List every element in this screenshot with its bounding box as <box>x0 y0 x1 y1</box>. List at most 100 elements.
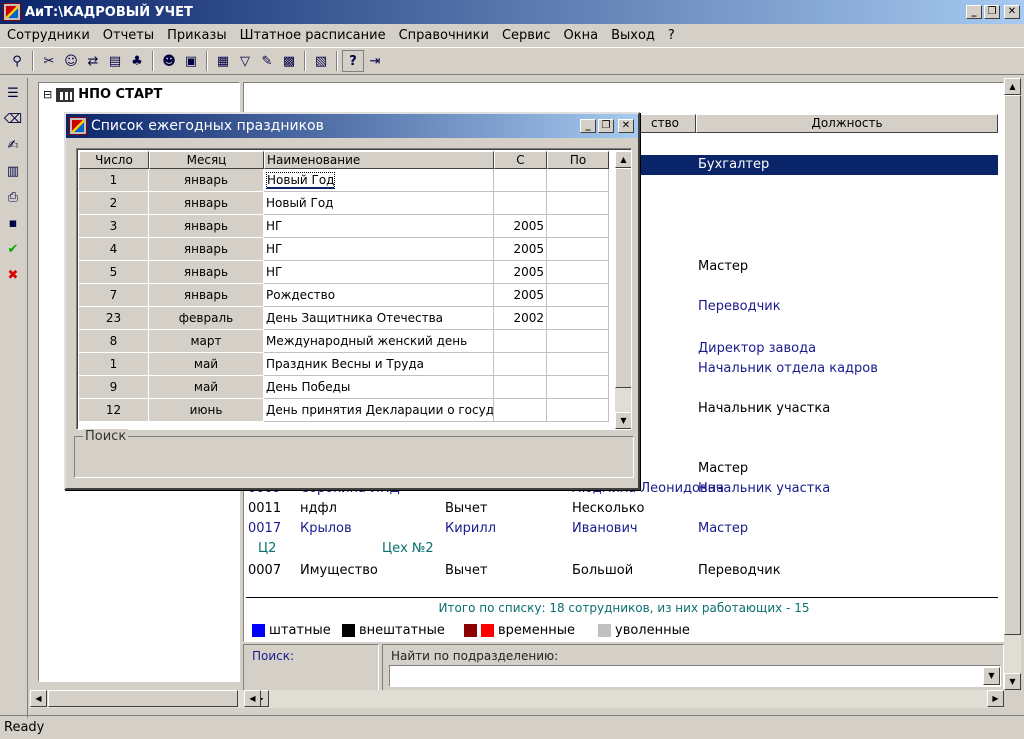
hscroll-thumb[interactable] <box>48 690 238 707</box>
tree-collapse-icon[interactable]: ⊟ <box>43 88 52 101</box>
grid-cell-name[interactable]: НГ <box>264 261 494 284</box>
grid-cell-from[interactable]: 2005 <box>494 215 547 238</box>
grid-cell-from[interactable]: 2005 <box>494 261 547 284</box>
scroll-up-icon[interactable]: ▲ <box>1004 78 1021 95</box>
menu-item-4[interactable]: Справочники <box>392 28 495 43</box>
people-icon[interactable]: ☻ <box>158 50 180 72</box>
grid-cell-name[interactable]: День принятия Декларации о госуд <box>264 399 494 422</box>
grid-cell-name[interactable]: Рождество <box>264 284 494 307</box>
grid-cell-day[interactable]: 7 <box>79 284 149 307</box>
grid-cell-name[interactable]: Новый Год <box>264 192 494 215</box>
table-row[interactable]: 0011 ндфл Вычет Несколько <box>248 499 998 519</box>
grid-cell-from[interactable] <box>494 169 547 192</box>
grid-cell-day[interactable]: 3 <box>79 215 149 238</box>
scroll-right-icon[interactable]: ▶ <box>987 690 1004 707</box>
main-horizontal-scrollbar[interactable]: ◀ ▶ ◀ ▶ <box>30 690 1004 708</box>
grid-cell-month[interactable]: март <box>149 330 264 353</box>
eraser-icon[interactable]: ⌫ <box>2 108 24 130</box>
grid-cell-month[interactable]: май <box>149 353 264 376</box>
column-header-patronymic[interactable]: ство <box>634 114 696 133</box>
save-icon[interactable]: ▩ <box>278 50 300 72</box>
grid-cell-month[interactable]: май <box>149 376 264 399</box>
grid-cell-to[interactable] <box>547 169 609 192</box>
grid-cell-from[interactable]: 2005 <box>494 284 547 307</box>
tree-root-label[interactable]: НПО СТАРТ <box>78 87 162 102</box>
menu-item-2[interactable]: Приказы <box>160 28 232 43</box>
dialog-minimize-button[interactable]: _ <box>580 119 596 133</box>
menu-item-5[interactable]: Сервис <box>495 28 557 43</box>
close-button[interactable]: ✕ <box>1004 5 1020 19</box>
grid-column-header-1[interactable]: Месяц <box>149 151 264 169</box>
disk-save-icon[interactable]: ▪ <box>2 212 24 234</box>
grid-cell-day[interactable]: 1 <box>79 169 149 192</box>
grid-cell-from[interactable] <box>494 376 547 399</box>
grid-cell-day[interactable]: 8 <box>79 330 149 353</box>
employee-search-icon[interactable]: ⚲ <box>6 50 28 72</box>
table-row[interactable]: 0007 Имущество Вычет Большой Переводчик <box>248 561 998 581</box>
grid-cell-from[interactable] <box>494 353 547 376</box>
restore-button[interactable]: ❐ <box>984 5 1000 19</box>
grid-cell-to[interactable] <box>547 330 609 353</box>
dialog-title-bar[interactable]: Список ежегодных праздников _ ❐ ✕ <box>66 114 638 138</box>
grid-cell-from[interactable] <box>494 192 547 215</box>
tree-view-icon[interactable]: ☰ <box>2 82 24 104</box>
document-icon[interactable]: ▤ <box>104 50 126 72</box>
grid-cell-to[interactable] <box>547 399 609 422</box>
grid-cell-from[interactable] <box>494 399 547 422</box>
grid-cell-day[interactable]: 4 <box>79 238 149 261</box>
edit-icon[interactable]: ✎ <box>256 50 278 72</box>
table-row[interactable]: Бухгалтер <box>628 155 998 175</box>
checkmark-icon[interactable]: ✔ <box>2 238 24 260</box>
grid-cell-day[interactable]: 12 <box>79 399 149 422</box>
grid-cell-month[interactable]: январь <box>149 215 264 238</box>
main-vertical-scrollbar[interactable]: ▲ ▼ <box>1004 78 1021 690</box>
grid-cell-month[interactable]: февраль <box>149 307 264 330</box>
grid-cell-from[interactable]: 2005 <box>494 238 547 261</box>
table-row[interactable]: Ц2 Цех №2 <box>248 539 998 559</box>
tree-icon[interactable]: ♣ <box>126 50 148 72</box>
grid-cell-day[interactable]: 1 <box>79 353 149 376</box>
grid-cell-month[interactable]: январь <box>149 238 264 261</box>
menu-item-3[interactable]: Штатное расписание <box>233 28 392 43</box>
menu-item-8[interactable]: ? <box>661 28 681 43</box>
dialog-close-button[interactable]: ✕ <box>618 119 634 133</box>
menu-item-1[interactable]: Отчеты <box>96 28 160 43</box>
card-icon[interactable]: ▥ <box>2 160 24 182</box>
grid-cell-to[interactable] <box>547 192 609 215</box>
grid-cell-from[interactable] <box>494 330 547 353</box>
grid-icon[interactable]: ▧ <box>310 50 332 72</box>
grid-scroll-thumb[interactable] <box>615 168 631 388</box>
scroll-left-icon-right-pane[interactable]: ◀ <box>244 690 261 707</box>
print-preview-icon[interactable]: ▣ <box>180 50 202 72</box>
transfer-icon[interactable]: ⇄ <box>82 50 104 72</box>
grid-scroll-up-icon[interactable]: ▲ <box>615 151 631 168</box>
grid-column-header-3[interactable]: С <box>494 151 547 169</box>
grid-cell-name[interactable]: Международный женский день <box>264 330 494 353</box>
grid-cell-name[interactable]: День Защитника Отечества <box>264 307 494 330</box>
grid-cell-to[interactable] <box>547 284 609 307</box>
dialog-maximize-button[interactable]: ❐ <box>598 119 614 133</box>
grid-cell-day[interactable]: 5 <box>79 261 149 284</box>
document-edit-icon[interactable]: ✍ <box>2 134 24 156</box>
printer-icon[interactable]: ⎙ <box>2 186 24 208</box>
scroll-down-icon[interactable]: ▼ <box>1004 673 1021 690</box>
filter-icon[interactable]: ▽ <box>234 50 256 72</box>
grid-column-header-4[interactable]: По <box>547 151 609 169</box>
grid-cell-to[interactable] <box>547 215 609 238</box>
grid-cell-to[interactable] <box>547 238 609 261</box>
dialog-search-group[interactable]: Поиск <box>74 429 634 478</box>
grid-cell-month[interactable]: январь <box>149 261 264 284</box>
grid-cell-from[interactable]: 2002 <box>494 307 547 330</box>
minimize-button[interactable]: _ <box>966 5 982 19</box>
help-icon[interactable]: ? <box>342 50 364 72</box>
grid-cell-month[interactable]: январь <box>149 192 264 215</box>
grid-cell-name[interactable]: Новый Год <box>264 169 494 192</box>
grid-cell-to[interactable] <box>547 261 609 284</box>
menu-item-6[interactable]: Окна <box>557 28 605 43</box>
grid-cell-name[interactable]: Праздник Весны и Труда <box>264 353 494 376</box>
cancel-x-icon[interactable]: ✖ <box>2 264 24 286</box>
grid-cell-name[interactable]: НГ <box>264 238 494 261</box>
menu-item-0[interactable]: Сотрудники <box>0 28 96 43</box>
exit-door-icon[interactable]: ⇥ <box>364 50 386 72</box>
scroll-thumb[interactable] <box>1004 95 1021 635</box>
